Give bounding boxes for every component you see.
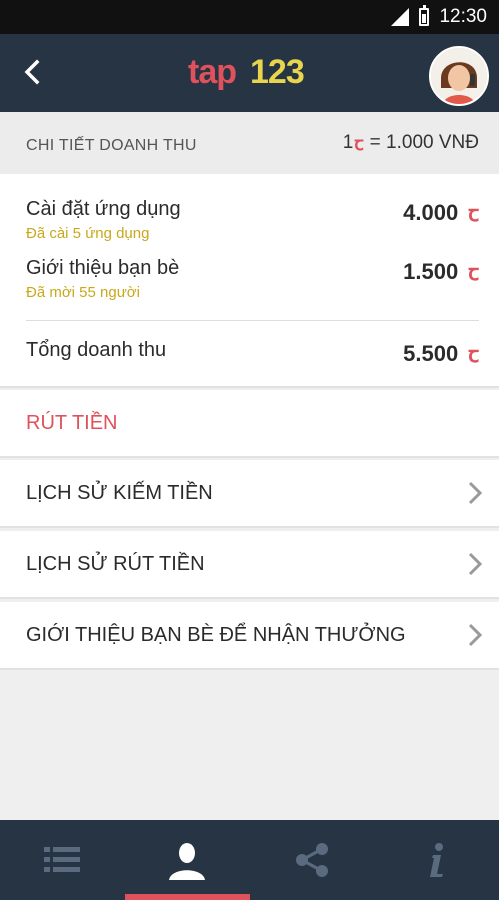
earning-history-item[interactable]: LỊCH SỬ KIẾM TIỀN — [0, 460, 499, 528]
avatar[interactable] — [429, 46, 489, 106]
revenue-amount: 4.000 ꞇ — [403, 198, 479, 228]
revenue-label: Cài đặt ứng dụng — [26, 198, 181, 220]
share-icon — [295, 843, 328, 877]
chevron-right-icon — [468, 623, 483, 647]
chevron-right-icon — [468, 552, 483, 576]
svg-text:123: 123 — [250, 53, 304, 91]
revenue-detail-title: CHI TIẾT DOANH THU — [26, 137, 197, 154]
revenue-sub: Đã mời 55 người — [26, 284, 140, 301]
revenue-header: CHI TIẾT DOANH THU 1 ꞇ = 1.000 VNĐ — [0, 112, 499, 174]
total-label: Tổng doanh thu — [26, 339, 167, 361]
exchange-rate: 1 ꞇ = 1.000 VNĐ — [343, 130, 479, 156]
revenue-amount: 1.500 ꞇ — [403, 257, 479, 287]
menu-label: GIỚI THIỆU BẠN BÈ ĐỂ NHẬN THƯỞNG — [26, 623, 406, 646]
revenue-row-install: Cài đặt ứng dụng Đã cài 5 ứng dụng 4.000… — [26, 198, 479, 242]
currency-icon: ꞇ — [468, 342, 479, 367]
tap123-logo: tap 123 — [188, 53, 305, 91]
menu-label: LỊCH SỬ RÚT TIỀN — [26, 552, 205, 575]
amount-value: 5.500 — [403, 341, 459, 366]
svg-text:tap: tap — [188, 53, 236, 91]
status-time: 12:30 — [439, 6, 487, 27]
chevron-right-icon — [468, 481, 483, 505]
currency-icon: ꞇ — [468, 201, 479, 226]
currency-icon: ꞇ — [354, 134, 364, 155]
tab-info[interactable] — [374, 820, 499, 900]
app-bar: tap 123 — [0, 34, 499, 112]
amount-value: 1.500 — [403, 259, 459, 284]
rate-left: 1 — [342, 132, 354, 153]
info-icon — [429, 843, 443, 877]
tab-profile[interactable] — [124, 820, 250, 900]
status-bar: 12:30 — [0, 0, 499, 34]
revenue-card: Cài đặt ứng dụng Đã cài 5 ứng dụng 4.000… — [0, 174, 499, 388]
rate-right: = 1.000 VNĐ — [369, 132, 479, 153]
bottom-nav — [0, 820, 499, 900]
menu-label: LỊCH SỬ KIẾM TIỀN — [26, 481, 213, 504]
battery-icon — [419, 5, 430, 26]
withdraw-history-item[interactable]: LỊCH SỬ RÚT TIỀN — [0, 531, 499, 599]
invite-friends-item[interactable]: GIỚI THIỆU BẠN BÈ ĐỂ NHẬN THƯỞNG — [0, 602, 499, 670]
profile-icon — [169, 843, 206, 880]
avatar-image — [431, 48, 487, 104]
active-tab-indicator — [124, 894, 250, 900]
amount-value: 4.000 — [403, 200, 459, 225]
total-amount: 5.500 ꞇ — [403, 339, 479, 369]
tab-list[interactable] — [0, 820, 125, 900]
revenue-row-total: Tổng doanh thu 5.500 ꞇ — [26, 339, 479, 369]
currency-icon: ꞇ — [468, 260, 479, 285]
revenue-label: Giới thiệu bạn bè — [26, 257, 180, 279]
withdraw-button[interactable]: RÚT TIỀN — [0, 390, 499, 458]
revenue-sub: Đã cài 5 ứng dụng — [26, 225, 150, 242]
signal-icon — [391, 8, 410, 26]
back-button[interactable] — [14, 54, 50, 90]
tab-share[interactable] — [250, 820, 375, 900]
revenue-row-referral: Giới thiệu bạn bè Đã mời 55 người 1.500 … — [26, 257, 479, 301]
divider — [26, 320, 479, 321]
list-icon — [44, 847, 81, 872]
back-arrow-icon — [24, 59, 40, 85]
